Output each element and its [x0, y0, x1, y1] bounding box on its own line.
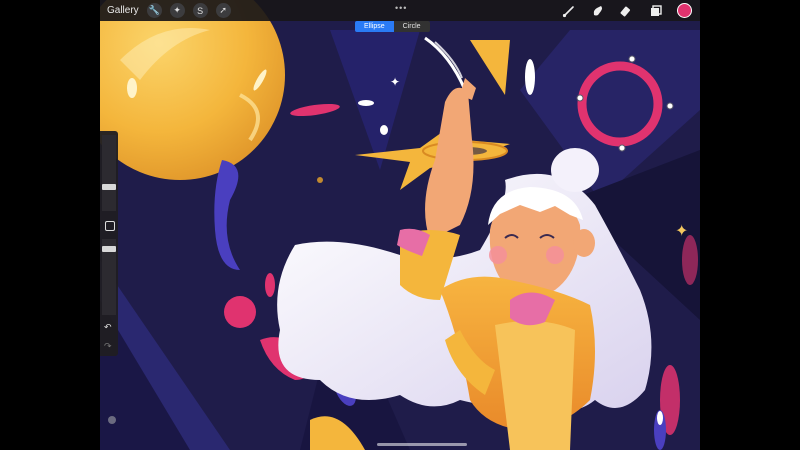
eraser-icon[interactable]	[619, 3, 635, 19]
smudge-icon[interactable]	[590, 3, 606, 19]
modify-button[interactable]	[105, 221, 115, 231]
color-picker-swatch[interactable]	[677, 3, 692, 18]
brush-icon[interactable]	[561, 3, 577, 19]
transform-arrow-icon[interactable]: ➚	[215, 3, 231, 18]
svg-text:✦: ✦	[390, 75, 400, 89]
right-tool-group	[561, 2, 692, 19]
opacity-handle[interactable]	[102, 246, 116, 252]
selection-icon[interactable]: S	[192, 3, 208, 18]
top-toolbar: Gallery 🔧 ✦ S ➚ •••	[100, 0, 700, 21]
ipad-screen: ✦ ✦ Gallery 🔧 ✦ S ➚ ••• Ellipse Circle ↶…	[100, 0, 700, 450]
letterbox-right	[700, 0, 800, 450]
canvas-artwork[interactable]: ✦ ✦	[100, 0, 700, 450]
circle-mode-button[interactable]: Circle	[393, 21, 430, 32]
gallery-button[interactable]: Gallery	[107, 5, 139, 16]
ellipse-mode-button[interactable]: Ellipse	[355, 21, 394, 32]
svg-text:✦: ✦	[675, 221, 688, 240]
wrench-icon[interactable]: 🔧	[146, 3, 162, 18]
brush-size-handle[interactable]	[102, 184, 116, 190]
letterbox-left	[0, 0, 100, 450]
shape-mode-bar: Ellipse Circle	[355, 21, 430, 32]
home-indicator	[377, 443, 467, 446]
layers-icon[interactable]	[648, 3, 664, 19]
brush-size-slider[interactable]	[102, 135, 116, 211]
magic-wand-icon[interactable]: ✦	[169, 3, 185, 18]
redo-icon[interactable]: ↷	[104, 341, 112, 352]
undo-icon[interactable]: ↶	[104, 322, 112, 333]
left-sidebar: ↶ ↷	[100, 131, 118, 356]
more-options-dots[interactable]: •••	[395, 3, 407, 13]
